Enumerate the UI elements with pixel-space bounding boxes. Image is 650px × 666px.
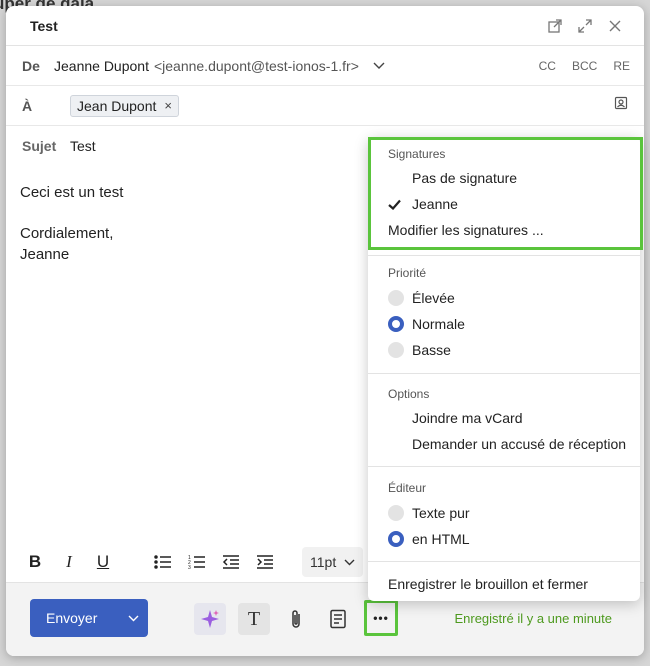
to-label: À [22, 97, 33, 114]
text-format-button[interactable]: T [238, 603, 270, 635]
outdent-icon[interactable] [220, 551, 242, 573]
radio-selected-icon [388, 531, 404, 547]
menu-item-priority-normal[interactable]: Normale [388, 311, 632, 337]
menu-item-no-signature[interactable]: Pas de signature [388, 165, 632, 191]
options-heading: Options [388, 387, 430, 401]
template-icon[interactable] [322, 603, 354, 635]
bcc-button[interactable]: BCC [572, 59, 597, 73]
window-title: Test [30, 17, 58, 34]
recipient-name: Jean Dupont [77, 97, 157, 114]
italic-button[interactable]: I [58, 551, 80, 573]
from-name[interactable]: Jeanne Dupont [54, 58, 149, 74]
radio-icon [388, 342, 404, 358]
checkmark-icon [388, 199, 412, 210]
remove-recipient-icon[interactable]: × [164, 98, 172, 113]
menu-item-attach-vcard[interactable]: Joindre ma vCard [388, 405, 632, 431]
numbered-list-icon[interactable]: 123 [186, 551, 208, 573]
body-line: Ceci est un test [20, 184, 124, 201]
more-icon: ••• [373, 611, 389, 625]
font-size-select[interactable]: 11pt [302, 547, 364, 577]
options-menu: Signatures Pas de signature Jeanne Modif… [368, 137, 640, 601]
indent-icon[interactable] [254, 551, 276, 573]
menu-item-priority-high[interactable]: Élevée [388, 285, 632, 311]
menu-item-plain-text[interactable]: Texte pur [388, 500, 632, 526]
underline-button[interactable]: U [92, 551, 114, 573]
to-row: À Jean Dupont × [6, 86, 644, 126]
body-line: Jeanne [20, 246, 70, 263]
radio-selected-icon [388, 316, 404, 332]
expand-icon[interactable] [570, 14, 600, 38]
message-body[interactable]: Ceci est un test Cordialement, Jeanne [20, 182, 123, 265]
svg-text:3: 3 [188, 565, 191, 570]
priority-heading: Priorité [388, 266, 427, 280]
signatures-heading: Signatures [388, 147, 446, 161]
menu-item-edit-signatures[interactable]: Modifier les signatures ... [388, 217, 632, 243]
from-label: De [22, 57, 40, 74]
title-bar: Test [6, 6, 644, 46]
menu-item-signature-jeanne[interactable]: Jeanne [388, 191, 632, 217]
menu-item-save-and-close[interactable]: Enregistrer le brouillon et fermer [388, 571, 632, 597]
radio-icon [388, 290, 404, 306]
send-label: Envoyer [46, 610, 98, 626]
subject-label: Sujet [22, 138, 57, 154]
radio-icon [388, 505, 404, 521]
chevron-down-icon[interactable] [373, 57, 385, 75]
more-options-button[interactable]: ••• [364, 600, 398, 636]
popout-icon[interactable] [540, 14, 570, 38]
recipient-options: CC BCC RE [539, 59, 630, 73]
from-row: De Jeanne Dupont <jeanne.dupont@test-ion… [6, 46, 644, 86]
font-size-value: 11pt [310, 554, 337, 570]
address-book-icon[interactable] [614, 96, 628, 115]
menu-item-read-receipt[interactable]: Demander un accusé de réception [388, 431, 632, 457]
send-options-chevron-icon[interactable] [118, 615, 148, 622]
chevron-down-icon [344, 559, 355, 565]
body-line: Cordialement, [20, 225, 114, 242]
recipient-chip[interactable]: Jean Dupont × [70, 94, 179, 117]
cc-button[interactable]: CC [539, 59, 556, 73]
subject-input[interactable]: Test [70, 138, 96, 154]
menu-item-html[interactable]: en HTML [388, 526, 632, 552]
bullet-list-icon[interactable] [152, 551, 174, 573]
reply-to-button[interactable]: RE [613, 59, 630, 73]
ai-sparkle-icon[interactable] [194, 603, 226, 635]
close-icon[interactable] [600, 14, 630, 38]
paperclip-icon[interactable] [280, 603, 312, 635]
from-email[interactable]: <jeanne.dupont@test-ionos-1.fr> [154, 58, 359, 74]
menu-item-priority-low[interactable]: Basse [388, 337, 632, 363]
save-status: Enregistré il y a une minute [454, 611, 612, 626]
bold-button[interactable]: B [24, 551, 46, 573]
send-button[interactable]: Envoyer [30, 599, 148, 637]
editor-heading: Éditeur [388, 481, 427, 495]
